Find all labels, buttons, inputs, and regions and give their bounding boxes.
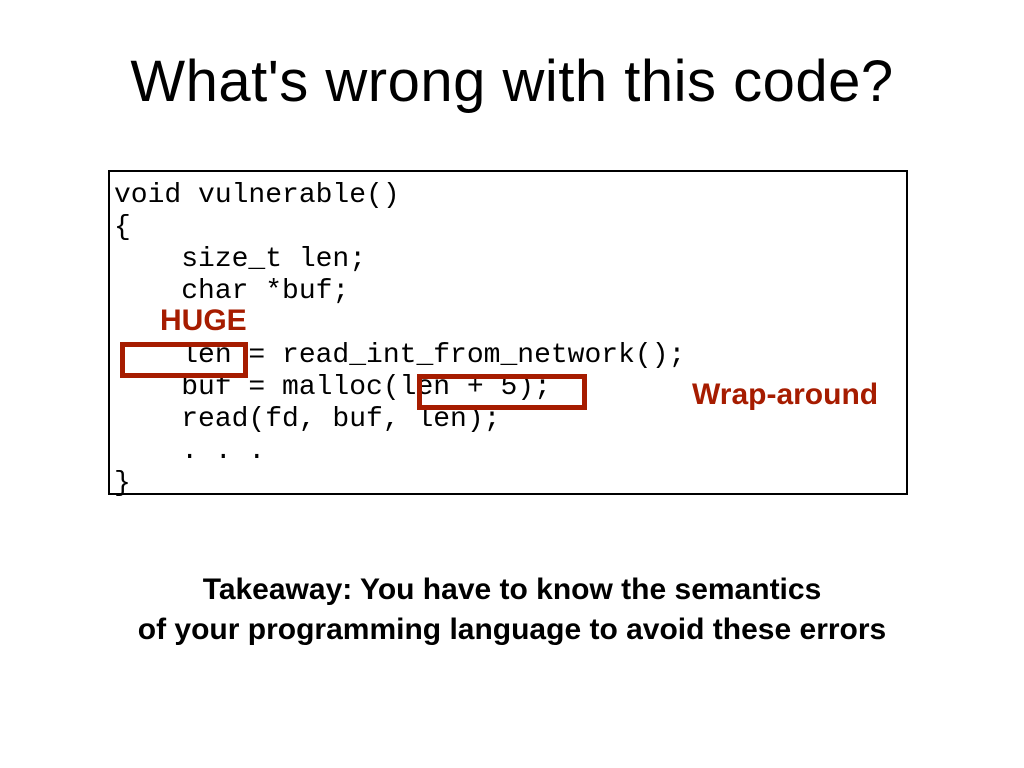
slide-title: What's wrong with this code? xyxy=(0,48,1024,115)
code-box: void vulnerable() { size_t len; char *bu… xyxy=(108,170,908,495)
takeaway-text: Takeaway: You have to know the semantics… xyxy=(0,570,1024,650)
takeaway-line-2: of your programming language to avoid th… xyxy=(138,613,886,646)
takeaway-line-1: Takeaway: You have to know the semantics xyxy=(203,573,822,606)
slide: What's wrong with this code? void vulner… xyxy=(0,0,1024,768)
